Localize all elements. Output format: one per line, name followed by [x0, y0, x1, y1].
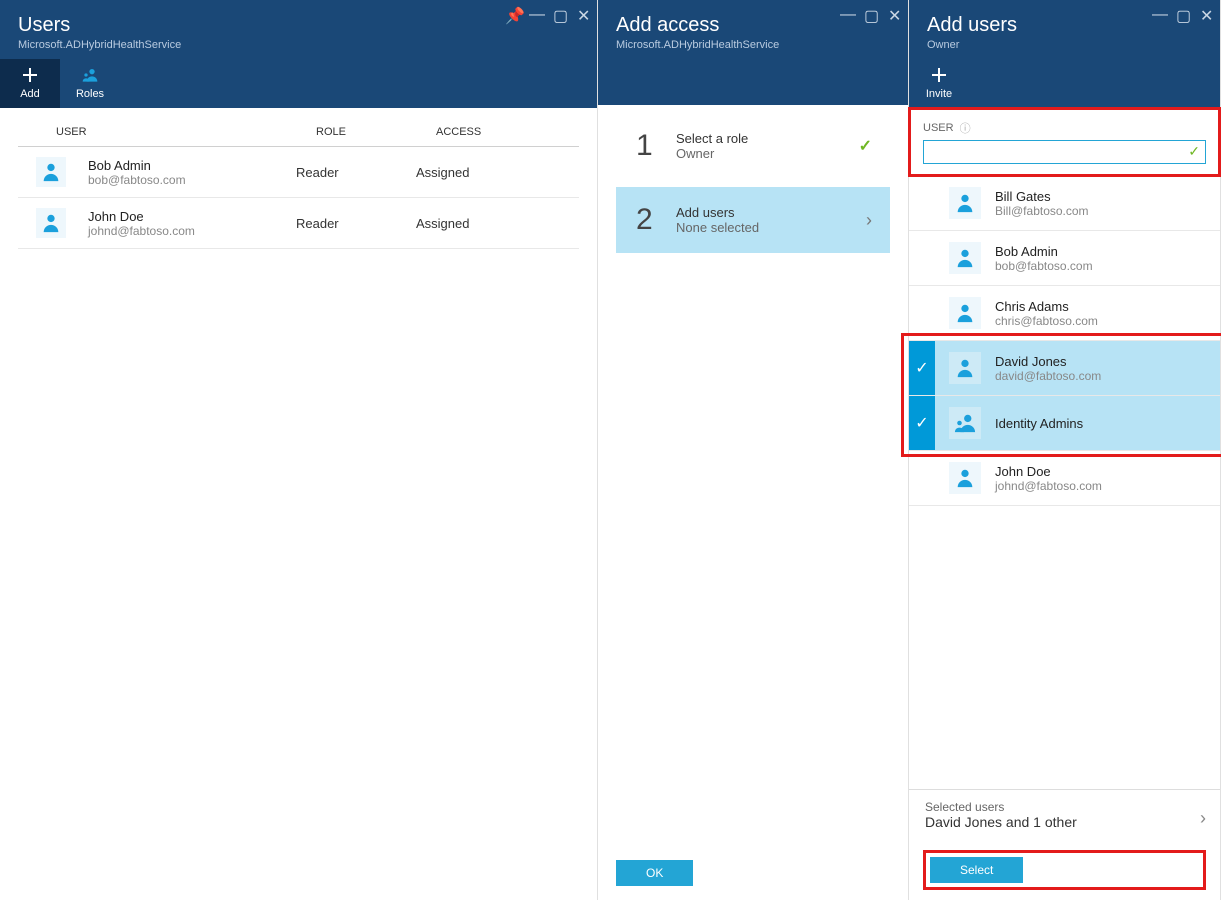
- avatar: [949, 187, 981, 219]
- blade-subtitle: Microsoft.ADHybridHealthService: [598, 39, 908, 59]
- step-select-role[interactable]: 1 Select a role Owner: [616, 113, 890, 179]
- search-label: USER ⓘ: [923, 120, 1206, 136]
- info-icon[interactable]: ⓘ: [960, 120, 971, 136]
- user-row[interactable]: Bob Adminbob@fabtoso.com Reader Assigned: [18, 147, 579, 198]
- user-access: Assigned: [416, 165, 561, 180]
- pick-email: chris@fabtoso.com: [995, 314, 1098, 328]
- pick-user-row[interactable]: ✓ David Jonesdavid@fabtoso.com: [909, 341, 1220, 396]
- blade-subtitle: Owner: [909, 39, 1220, 59]
- ok-button[interactable]: OK: [616, 860, 693, 886]
- user-name: Bob Admin: [88, 158, 296, 173]
- pick-user-row[interactable]: John Doejohnd@fabtoso.com: [909, 451, 1220, 506]
- pick-user-row[interactable]: Bob Adminbob@fabtoso.com: [909, 231, 1220, 286]
- avatar: [949, 462, 981, 494]
- plus-icon: [909, 65, 969, 85]
- pick-name: Bob Admin: [995, 244, 1093, 259]
- close-icon[interactable]: ✕: [888, 6, 902, 20]
- avatar: [949, 407, 981, 439]
- check-icon: ✓: [909, 341, 935, 395]
- close-icon[interactable]: ✕: [1200, 6, 1214, 20]
- pin-icon[interactable]: 📌: [505, 6, 519, 20]
- pick-name: Identity Admins: [995, 416, 1083, 431]
- roles-icon: [60, 65, 120, 85]
- minimize-icon[interactable]: —: [840, 6, 854, 20]
- pick-email: johnd@fabtoso.com: [995, 479, 1102, 493]
- avatar: [949, 297, 981, 329]
- pick-user-row[interactable]: ✓ Identity Admins: [909, 396, 1220, 451]
- user-email: johnd@fabtoso.com: [88, 224, 296, 238]
- maximize-icon[interactable]: ▢: [553, 6, 567, 20]
- user-row[interactable]: John Doejohnd@fabtoso.com Reader Assigne…: [18, 198, 579, 249]
- pick-user-row[interactable]: Bill GatesBill@fabtoso.com: [909, 176, 1220, 231]
- select-button-highlight: Select: [923, 850, 1206, 890]
- avatar: [36, 208, 66, 238]
- add-users-blade: — ▢ ✕ Add users Owner Invite USER ⓘ ✓ Bi…: [909, 0, 1221, 900]
- users-blade: 📌 — ▢ ✕ Users Microsoft.ADHybridHealthSe…: [0, 0, 598, 900]
- add-button[interactable]: Add: [0, 59, 60, 108]
- check-icon: [909, 286, 935, 340]
- user-access: Assigned: [416, 216, 561, 231]
- pick-name: Bill Gates: [995, 189, 1089, 204]
- col-user: USER: [56, 126, 316, 138]
- pick-name: David Jones: [995, 354, 1101, 369]
- pick-user-row[interactable]: Chris Adamschris@fabtoso.com: [909, 286, 1220, 341]
- roles-button[interactable]: Roles: [60, 59, 120, 108]
- plus-icon: [0, 65, 60, 85]
- step-add-users[interactable]: 2 Add users None selected: [616, 187, 890, 253]
- pick-email: david@fabtoso.com: [995, 369, 1101, 383]
- check-icon: [909, 231, 935, 285]
- pick-email: bob@fabtoso.com: [995, 259, 1093, 273]
- avatar: [949, 242, 981, 274]
- close-icon[interactable]: ✕: [577, 6, 591, 20]
- maximize-icon[interactable]: ▢: [1176, 6, 1190, 20]
- minimize-icon[interactable]: —: [529, 6, 543, 20]
- user-search-input[interactable]: [923, 140, 1206, 164]
- invite-button[interactable]: Invite: [909, 59, 969, 108]
- step-number: 2: [636, 203, 676, 237]
- check-icon: [909, 176, 935, 230]
- pick-name: Chris Adams: [995, 299, 1098, 314]
- col-role: ROLE: [316, 126, 436, 138]
- avatar: [36, 157, 66, 187]
- user-pick-list: Bill GatesBill@fabtoso.com Bob Adminbob@…: [909, 176, 1220, 789]
- user-name: John Doe: [88, 209, 296, 224]
- pick-email: Bill@fabtoso.com: [995, 204, 1089, 218]
- blade-subtitle: Microsoft.ADHybridHealthService: [0, 39, 597, 59]
- maximize-icon[interactable]: ▢: [864, 6, 878, 20]
- avatar: [949, 352, 981, 384]
- user-role: Reader: [296, 216, 416, 231]
- check-icon: ✓: [909, 396, 935, 450]
- col-access: ACCESS: [436, 126, 561, 138]
- check-icon: ✓: [1188, 143, 1200, 160]
- column-headers: USER ROLE ACCESS: [18, 108, 579, 147]
- step-number: 1: [636, 129, 676, 163]
- selected-users-summary[interactable]: Selected users David Jones and 1 other: [909, 789, 1220, 840]
- add-access-blade: — ▢ ✕ Add access Microsoft.ADHybridHealt…: [598, 0, 909, 900]
- user-role: Reader: [296, 165, 416, 180]
- minimize-icon[interactable]: —: [1152, 6, 1166, 20]
- user-search-area: USER ⓘ ✓: [909, 108, 1220, 176]
- user-email: bob@fabtoso.com: [88, 173, 296, 187]
- pick-name: John Doe: [995, 464, 1102, 479]
- select-button[interactable]: Select: [930, 857, 1023, 883]
- check-icon: [909, 451, 935, 505]
